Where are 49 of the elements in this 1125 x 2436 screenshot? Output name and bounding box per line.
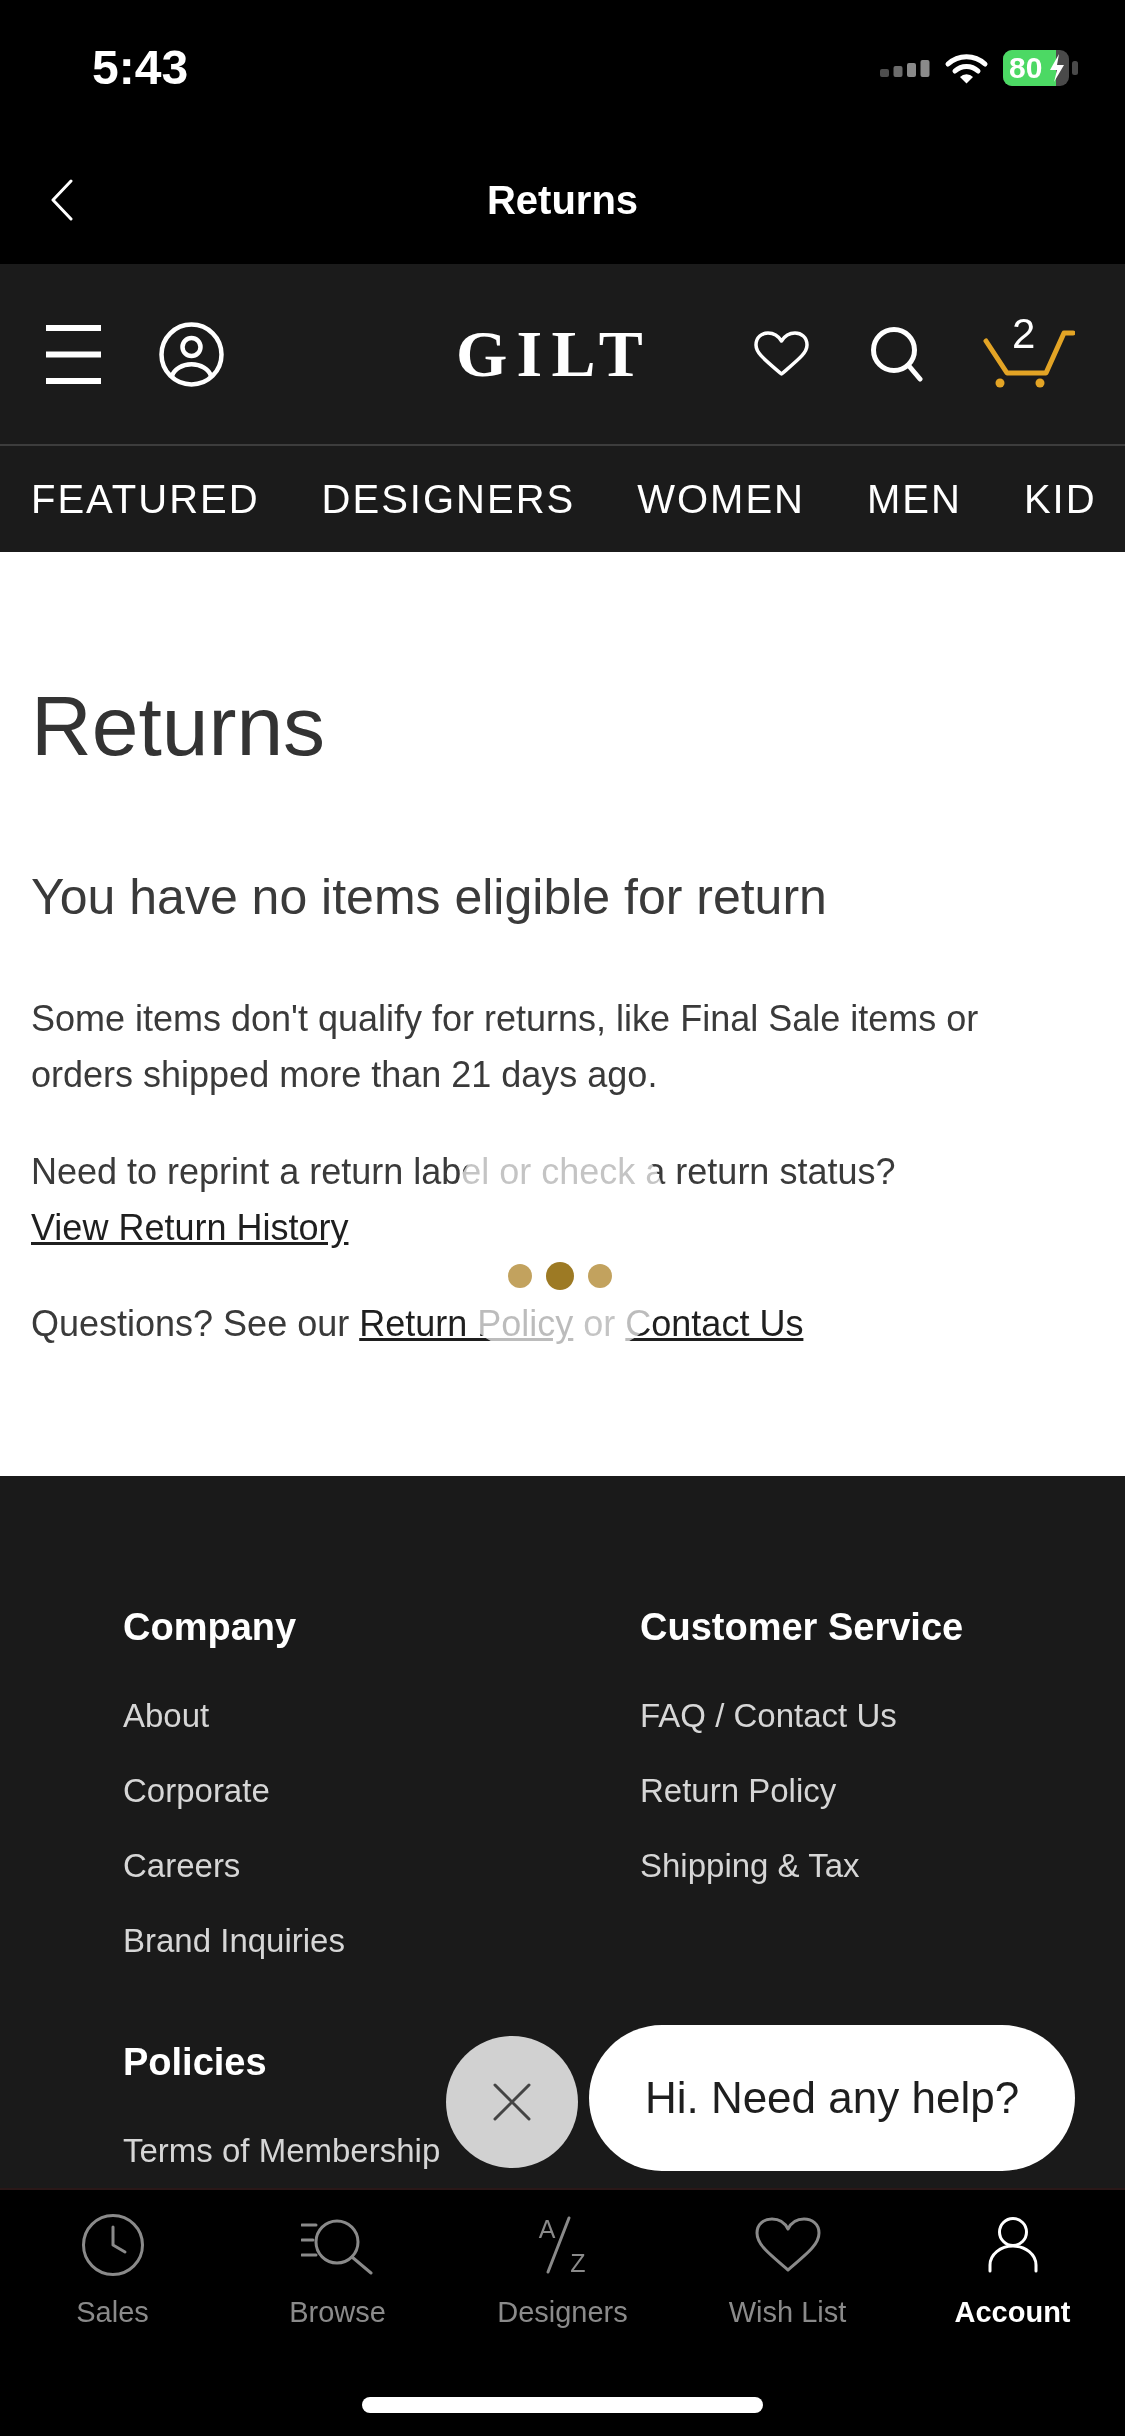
footer-link[interactable]: About: [123, 1678, 210, 1753]
category-tab[interactable]: FEATURED: [31, 475, 260, 523]
category-tab[interactable]: DESIGNERS: [321, 475, 576, 523]
close-icon: [492, 2082, 532, 2122]
footer-heading: Customer Service: [640, 1605, 964, 1650]
loading-dot-icon: [546, 1262, 574, 1290]
page-subtitle: You have no items eligible for return: [31, 869, 828, 925]
tab-bar-item[interactable]: Sales: [0, 2190, 225, 2340]
brand-logo[interactable]: GILT: [456, 321, 652, 387]
signal-icon: [880, 59, 930, 77]
footer-heading: Policies: [123, 2040, 267, 2085]
tab-bar-item[interactable]: Account: [900, 2190, 1125, 2340]
tab-bar-item[interactable]: A Z Designers: [450, 2190, 675, 2340]
footer-link[interactable]: Return Policy: [640, 1753, 837, 1828]
heart-icon: [754, 331, 809, 377]
back-chevron-icon: [50, 179, 74, 221]
chat-bubble[interactable]: Hi. Need any help?: [589, 2025, 1075, 2171]
category-tab[interactable]: WOMEN: [637, 475, 805, 523]
tab-bar-item[interactable]: Wish List: [675, 2190, 900, 2340]
nav-title: Returns: [486, 177, 639, 224]
loading-dot-icon: [588, 1264, 612, 1288]
search-button[interactable]: [870, 326, 923, 382]
menu-button[interactable]: [46, 323, 101, 385]
footer-link[interactable]: Shipping & Tax: [640, 1828, 860, 1903]
category-tab[interactable]: MEN: [867, 475, 962, 523]
footer-link[interactable]: Corporate: [123, 1753, 270, 1828]
person-icon: [987, 2217, 1038, 2273]
footer-link[interactable]: Terms of Membership: [123, 2113, 441, 2188]
tab-bar-item[interactable]: Browse: [225, 2190, 450, 2340]
wishlist-button[interactable]: [754, 331, 809, 377]
battery-icon: [1003, 50, 1079, 86]
footer-link[interactable]: FAQ / Contact Us: [640, 1678, 897, 1753]
footer-link[interactable]: Brand Inquiries: [123, 1903, 345, 1978]
status-time: 5:43: [92, 40, 189, 96]
footer-heading: Company: [123, 1605, 297, 1650]
heart-icon: [754, 2217, 821, 2273]
page-title: Returns: [31, 682, 327, 770]
battery-percentage: 80: [1009, 50, 1043, 86]
loading-dot-icon: [508, 1264, 532, 1288]
user-circle-icon: [159, 321, 224, 387]
footer-link[interactable]: Careers: [123, 1828, 241, 1903]
category-tab[interactable]: KID: [1023, 475, 1097, 523]
account-button[interactable]: [159, 321, 224, 387]
menu-icon: [46, 323, 101, 385]
wifi-icon: [944, 52, 989, 84]
clock-icon: [80, 2213, 145, 2277]
body-text: Some items don't qualify for returns, like Final Sale items or orders shipped more than 21 days ago.: [31, 997, 980, 1097]
inline-link[interactable]: View Return History: [31, 1207, 349, 1248]
search-icon: [870, 326, 923, 382]
